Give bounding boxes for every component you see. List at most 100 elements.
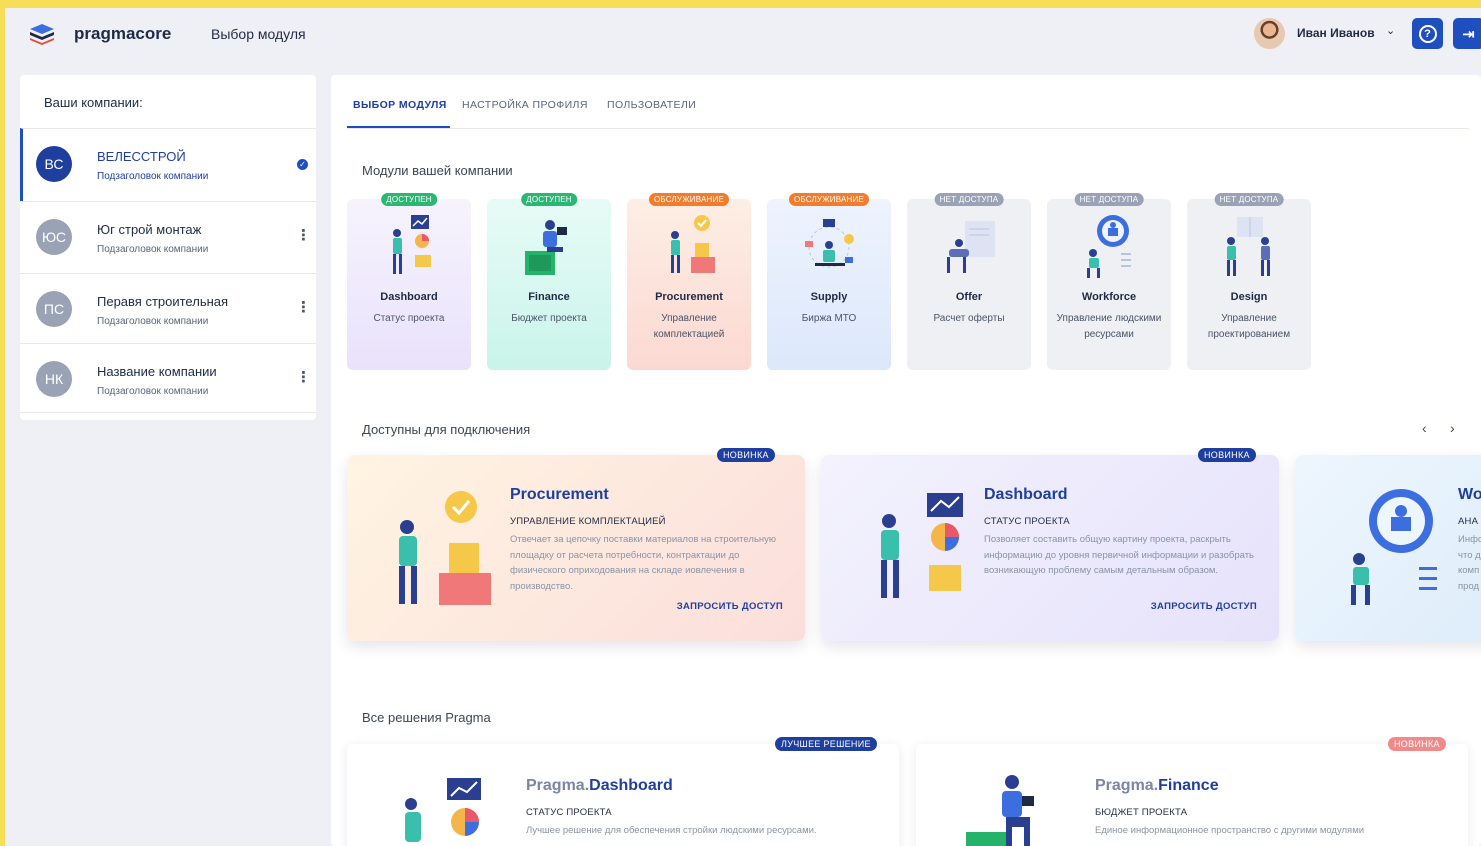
- company-subtitle: Подзаголовок компании: [97, 386, 209, 397]
- tab-profile-settings[interactable]: НАСТРОЙКА ПРОФИЛЯ: [462, 99, 588, 111]
- dashboard-solution-illustration-icon: [405, 778, 481, 842]
- promo-description: Отвечает за цепочку поставки материалов …: [510, 534, 777, 593]
- tab-bar: ВЫБОР МОДУЛЯ НАСТРОЙКА ПРОФИЛЯ ПОЛЬЗОВАТ…: [347, 75, 1469, 129]
- app-window: pragmacore Выбор модуля Иван Иванов ⌄ ? …: [5, 8, 1481, 846]
- module-name: Workforce: [1081, 291, 1137, 303]
- solution-title: Pragma.Finance: [1095, 777, 1219, 794]
- company-name: Название компании: [97, 364, 217, 379]
- chevron-down-icon[interactable]: ⌄: [1386, 24, 1395, 37]
- module-name: Supply: [810, 291, 848, 303]
- carousel-prev-icon[interactable]: ‹: [1422, 420, 1427, 436]
- module-description: Управление проектированием: [1207, 313, 1291, 340]
- company-subtitle: Подзаголовок компании: [97, 171, 209, 182]
- section-title-available: Доступны для подключения: [362, 422, 531, 437]
- section-title-company-modules: Модули вашей компании: [362, 163, 513, 178]
- status-badge: ОБСЛУЖИВАНИЕ: [788, 193, 870, 206]
- sidebar-title: Ваши компании:: [44, 95, 143, 110]
- company-item[interactable]: ВС ВЕЛЕССТРОЙ Подзаголовок компании ✓: [20, 128, 316, 201]
- dashboard-promo-illustration-icon: [881, 493, 963, 598]
- more-options-icon[interactable]: ⋮: [296, 298, 311, 316]
- company-avatar: НК: [36, 361, 72, 397]
- finance-solution-illustration-icon: [966, 775, 1034, 846]
- help-button[interactable]: ?: [1412, 18, 1443, 49]
- supply-illustration-icon: [805, 219, 854, 268]
- module-description: Управление людскими ресурсами: [1056, 313, 1162, 340]
- module-description: Статус проекта: [373, 313, 445, 324]
- procurement-promo-illustration-icon: [399, 491, 491, 605]
- help-icon: ?: [1418, 24, 1437, 43]
- module-description: Управление комплектацией: [653, 313, 725, 340]
- module-name: Offer: [955, 291, 983, 303]
- company-subtitle: Подзаголовок компании: [97, 244, 209, 255]
- solution-card-finance[interactable]: НОВИНКА Pragma.Finance БЮДЖЕТ ПРОЕКТА Ед…: [916, 737, 1468, 846]
- new-badge: НОВИНКА: [1388, 737, 1446, 751]
- solution-description: Единое информационное пространство с дру…: [1095, 825, 1365, 836]
- module-card-finance[interactable]: ДОСТУПЕН Finance Бюджет проекта: [487, 193, 611, 370]
- status-badge: ДОСТУПЕН: [381, 193, 437, 206]
- selected-check-icon: ✓: [297, 159, 308, 170]
- module-card-workforce[interactable]: НЕТ ДОСТУПА Workforce Управление людским…: [1047, 193, 1171, 370]
- carousel-next-icon[interactable]: ›: [1450, 420, 1455, 436]
- workforce-illustration-icon: [1087, 215, 1131, 278]
- solution-title: Pragma.Dashboard: [526, 777, 673, 794]
- top-header: pragmacore Выбор модуля Иван Иванов ⌄ ? …: [5, 8, 1481, 60]
- logout-icon: ⇥: [1462, 25, 1475, 43]
- more-options-icon[interactable]: ⋮: [296, 226, 311, 244]
- procurement-illustration-icon: [671, 215, 715, 273]
- promo-subtitle: СТАТУС ПРОЕКТА: [984, 516, 1070, 527]
- tab-users[interactable]: ПОЛЬЗОВАТЕЛИ: [607, 99, 696, 111]
- module-card-design[interactable]: НЕТ ДОСТУПА Design Управление проектиров…: [1187, 193, 1311, 370]
- promo-description: Инфо что д комп прод: [1458, 534, 1481, 593]
- module-name: Dashboard: [380, 291, 438, 303]
- module-card-procurement[interactable]: ОБСЛУЖИВАНИЕ Procurement Управление комп…: [627, 193, 751, 370]
- promo-card-workforce[interactable]: Wo АНА Инфо что д комп прод: [1295, 455, 1481, 641]
- request-access-button[interactable]: ЗАПРОСИТЬ ДОСТУП: [1151, 601, 1257, 612]
- module-description: Бюджет проекта: [511, 313, 587, 324]
- user-avatar[interactable]: [1254, 18, 1285, 49]
- offer-illustration-icon: [947, 221, 995, 273]
- dashboard-illustration-icon: [393, 215, 431, 274]
- companies-sidebar: Ваши компании: ВС ВЕЛЕССТРОЙ Подзаголово…: [20, 75, 316, 420]
- section-title-all-solutions: Все решения Pragma: [362, 710, 491, 725]
- page-title: Выбор модуля: [211, 26, 306, 42]
- promo-title: Dashboard: [984, 486, 1068, 503]
- main-panel: ВЫБОР МОДУЛЯ НАСТРОЙКА ПРОФИЛЯ ПОЛЬЗОВАТ…: [331, 75, 1481, 846]
- status-badge: НЕТ ДОСТУПА: [934, 193, 1004, 206]
- company-name: Юг строй монтаж: [97, 222, 202, 237]
- solution-subtitle: БЮДЖЕТ ПРОЕКТА: [1095, 807, 1188, 818]
- module-card-supply[interactable]: ОБСЛУЖИВАНИЕ Supply Биржа МТО: [767, 193, 891, 370]
- pragmacore-logo-icon[interactable]: [29, 23, 55, 45]
- solution-subtitle: СТАТУС ПРОЕКТА: [526, 807, 612, 818]
- promo-card-dashboard[interactable]: НОВИНКА Dashboard СТАТУС ПРОЕКТА Позволя…: [821, 448, 1279, 641]
- active-tab-indicator: [347, 126, 450, 128]
- promo-title: Procurement: [510, 486, 609, 503]
- status-badge: ОБСЛУЖИВАНИЕ: [648, 193, 730, 206]
- request-access-button[interactable]: ЗАПРОСИТЬ ДОСТУП: [677, 601, 783, 612]
- user-name[interactable]: Иван Иванов: [1297, 26, 1375, 40]
- promo-subtitle: УПРАВЛЕНИЕ КОМПЛЕКТАЦИЕЙ: [510, 516, 666, 527]
- finance-illustration-icon: [525, 220, 567, 275]
- new-badge: НОВИНКА: [1198, 448, 1256, 462]
- solution-card-dashboard[interactable]: ЛУЧШЕЕ РЕШЕНИЕ Pragma.Dashboard СТАТУС П…: [347, 737, 899, 846]
- logo-text[interactable]: pragmacore: [74, 24, 171, 44]
- solution-description: Лучшее решение для обеспечения стройки л…: [526, 825, 817, 836]
- module-card-offer[interactable]: НЕТ ДОСТУПА Offer Расчет оферты: [907, 193, 1031, 370]
- design-illustration-icon: [1227, 217, 1270, 276]
- more-options-icon[interactable]: ⋮: [296, 368, 311, 386]
- status-badge: НЕТ ДОСТУПА: [1074, 193, 1144, 206]
- promo-description: Позволяет составить общую картину проект…: [984, 534, 1254, 577]
- logout-button[interactable]: ⇥: [1453, 18, 1481, 49]
- company-item[interactable]: НК Название компании Подзаголовок компан…: [20, 343, 316, 413]
- company-item[interactable]: ПС Перавя строительная Подзаголовок комп…: [20, 273, 316, 343]
- company-avatar: ВС: [36, 146, 72, 182]
- company-name: Перавя строительная: [97, 294, 229, 309]
- new-badge: НОВИНКА: [717, 448, 775, 462]
- company-item[interactable]: ЮС Юг строй монтаж Подзаголовок компании…: [20, 201, 316, 273]
- module-card-dashboard[interactable]: ДОСТУПЕН Dashboard Статус проекта: [347, 193, 471, 370]
- tab-module-select[interactable]: ВЫБОР МОДУЛЯ: [353, 99, 447, 111]
- workforce-promo-illustration-icon: [1351, 489, 1437, 605]
- company-subtitle: Подзаголовок компании: [97, 316, 209, 327]
- promo-title: Wo: [1458, 486, 1481, 503]
- best-solution-badge: ЛУЧШЕЕ РЕШЕНИЕ: [775, 737, 877, 751]
- promo-card-procurement[interactable]: НОВИНКА Procurement УПРАВЛЕНИЕ КОМПЛЕКТА…: [347, 448, 805, 641]
